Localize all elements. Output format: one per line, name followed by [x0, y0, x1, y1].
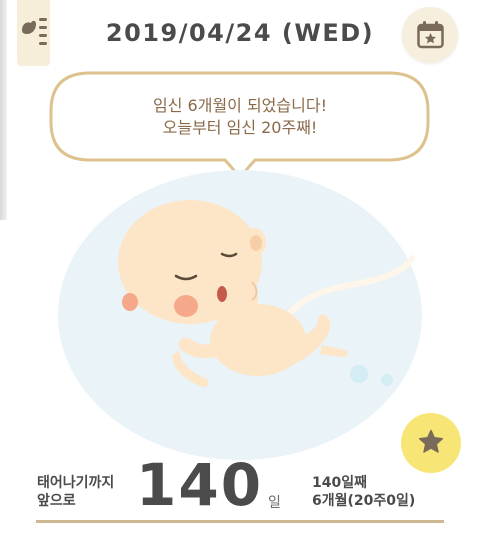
countdown-label-line-2: 앞으로 — [37, 493, 76, 509]
countdown-label: 태어나기까지 앞으로 — [37, 474, 114, 510]
favorite-star-button[interactable] — [401, 413, 461, 473]
fetus-illustration — [58, 170, 422, 460]
day-count-line-1: 140일째 — [312, 475, 367, 491]
bottom-divider — [36, 520, 444, 523]
countdown-label-line-1: 태어나기까지 — [37, 475, 115, 491]
bubble-line-2: 오늘부터 임신 20주째! — [162, 118, 318, 137]
star-icon — [418, 429, 444, 453]
days-unit: 일 — [268, 495, 281, 511]
day-count-line-2: 6개월(20주0일) — [312, 493, 416, 509]
bubble-line-1: 임신 6개월이 되었습니다! — [153, 96, 327, 115]
bubble-message: 임신 6개월이 되었습니다! 오늘부터 임신 20주째! — [0, 95, 480, 139]
pregnancy-day-count: 140일째 6개월(20주0일) — [312, 474, 415, 510]
days-left-number: 140 — [136, 451, 264, 519]
